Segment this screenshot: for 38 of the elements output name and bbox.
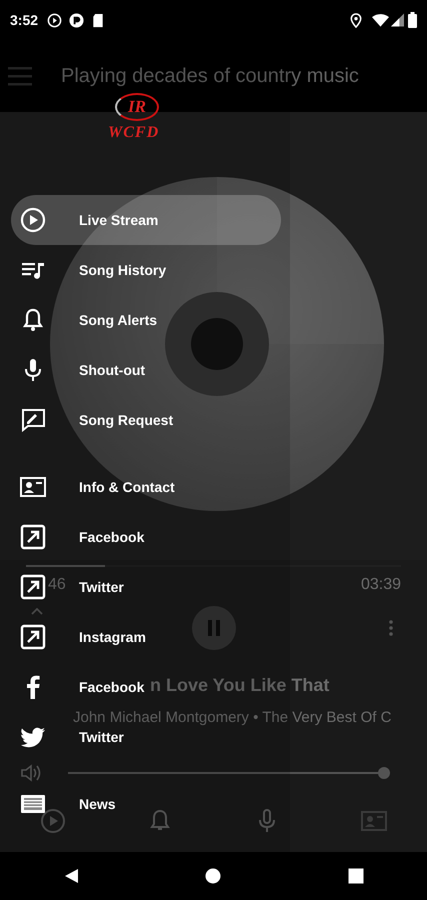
drawer-item[interactable]: Shout-out	[79, 360, 146, 380]
battery-icon	[408, 12, 417, 28]
drawer-item[interactable]: News	[79, 794, 116, 814]
drawer-item[interactable]: Facebook	[79, 676, 144, 698]
location-icon	[350, 12, 362, 28]
drawer-item[interactable]: Twitter	[79, 576, 124, 598]
status-time: 3:52	[10, 10, 38, 30]
home-icon[interactable]	[205, 868, 222, 884]
external-link-icon[interactable]	[20, 524, 46, 550]
signal-icon	[391, 13, 404, 27]
drawer-item[interactable]: Song Alerts	[79, 310, 158, 330]
external-link-icon[interactable]	[20, 574, 46, 600]
wifi-icon	[372, 13, 389, 27]
drawer-item[interactable]: Live Stream	[79, 210, 158, 230]
bell-icon[interactable]	[20, 307, 46, 333]
notification-icon	[69, 12, 84, 28]
song-title: n Love You Like That	[150, 674, 330, 697]
artist-album: John Michael Montgomery • The Very Best Of C	[73, 708, 392, 728]
drawer-item[interactable]: Twitter	[79, 726, 124, 748]
drawer-item[interactable]: Facebook	[79, 526, 144, 548]
external-link-icon[interactable]	[20, 624, 46, 650]
chat-edit-icon[interactable]	[20, 407, 46, 433]
back-icon[interactable]	[63, 868, 80, 884]
app-title: Playing decades of country music	[61, 64, 359, 89]
duration-time: 03:39	[360, 575, 401, 595]
drawer-item[interactable]: Song Request	[79, 410, 174, 430]
sd-card-icon	[92, 12, 104, 28]
elapsed-time: 46	[48, 575, 66, 595]
play-icon[interactable]	[40, 808, 66, 834]
logo-mark: IR	[115, 93, 159, 121]
drawer-item[interactable]: Instagram	[79, 626, 146, 648]
drawer-item[interactable]: Song History	[79, 260, 166, 280]
logo-name: WCFD	[108, 123, 160, 143]
contact-card-icon[interactable]	[20, 474, 46, 500]
recents-icon[interactable]	[348, 868, 364, 884]
slider-thumb[interactable]	[378, 766, 390, 778]
play-circle-icon	[47, 12, 62, 28]
drawer-item[interactable]: Info & Contact	[79, 476, 175, 498]
